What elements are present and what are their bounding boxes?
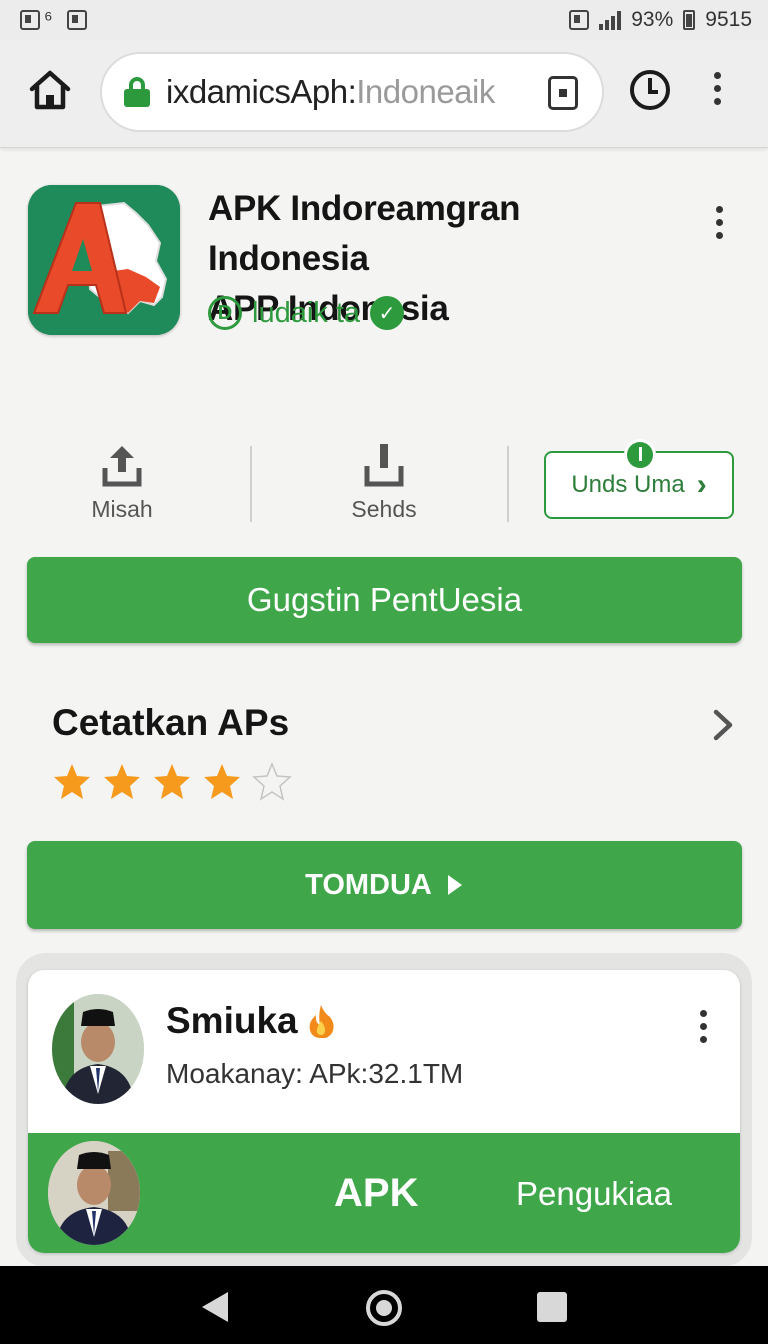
download-icon — [294, 440, 474, 488]
status-time: 9515 — [705, 8, 752, 31]
status-left: ⁶ — [20, 8, 87, 32]
developer-badge-icon: D — [208, 296, 242, 330]
tabs-icon[interactable] — [548, 76, 578, 110]
app-notification-icon — [66, 10, 87, 30]
app-title-line1: APK Indoreamgran Indonesia — [208, 189, 521, 278]
primary-button[interactable]: Gugstin PentUesia — [27, 557, 742, 643]
url-bar[interactable]: ixdamicsAph: Indoneaik — [100, 52, 604, 132]
avatar — [52, 994, 144, 1104]
home-icon — [29, 70, 71, 110]
battery-percent: 93% — [631, 8, 674, 31]
history-clock-icon[interactable] — [630, 70, 670, 110]
app-overflow-menu-icon[interactable] — [716, 206, 723, 239]
app-logo-icon — [28, 185, 180, 335]
chevron-right-icon[interactable] — [708, 708, 738, 742]
nfc-icon — [569, 10, 590, 30]
fire-icon — [309, 1005, 334, 1039]
band-title: APK — [334, 1171, 419, 1215]
star-filled-icon — [104, 764, 140, 799]
download-action[interactable]: Sehds — [294, 440, 474, 523]
url-text: ixdamicsAph: — [166, 73, 357, 110]
star-filled-icon — [204, 764, 240, 799]
download-label: Sehds — [351, 496, 417, 522]
status-bar: ⁶ 93% 9515 — [0, 0, 768, 40]
url-text-dim: Indoneaik — [356, 73, 495, 110]
card-subtitle: Moakanay: APk:32.1TM — [166, 1058, 464, 1089]
status-left-text: ⁶ — [44, 8, 53, 31]
star-filled-icon — [154, 764, 190, 799]
list-card[interactable]: Smiuka Moakanay: APk:32.1TM APK Pengukia… — [28, 970, 740, 1253]
developer-row[interactable]: D ludaik ta ✓ — [208, 296, 405, 330]
band-label: Pengukiaa — [516, 1175, 672, 1212]
outline-action-button[interactable]: Unds Uma › — [544, 439, 734, 519]
divider — [507, 446, 509, 522]
section-title: Cetatkan APs — [52, 702, 290, 743]
card-band[interactable]: APK Pengukiaa — [28, 1133, 740, 1253]
rating-stars — [52, 762, 292, 802]
star-filled-icon — [54, 764, 90, 799]
outline-button-label: Unds Uma — [571, 471, 685, 498]
secondary-button[interactable]: TOMDUA — [27, 841, 742, 929]
notification-icon — [20, 10, 40, 30]
recent-apps-icon[interactable] — [537, 1292, 567, 1322]
home-button[interactable] — [26, 66, 74, 114]
share-label: Misah — [91, 496, 153, 522]
signal-icon — [599, 10, 622, 30]
status-right: 93% 9515 — [569, 8, 752, 32]
home-circle-icon[interactable] — [366, 1290, 402, 1326]
back-icon[interactable] — [202, 1292, 228, 1322]
browser-toolbar: ixdamicsAph: Indoneaik — [0, 40, 768, 148]
secondary-button-label: TOMDUA — [305, 868, 432, 901]
developer-name: ludaik ta — [252, 296, 361, 329]
card-name-text: Smiuka — [166, 1000, 298, 1041]
verified-icon: ✓ — [370, 296, 405, 330]
play-arrow-icon — [447, 875, 462, 895]
card-overflow-menu-icon[interactable] — [700, 1010, 707, 1043]
lock-icon — [124, 77, 150, 107]
chevron-right-icon: › — [696, 468, 707, 501]
star-empty-icon — [252, 762, 292, 801]
divider — [250, 446, 252, 522]
share-action[interactable]: Misah — [32, 440, 212, 523]
app-icon — [28, 185, 180, 335]
card-name: Smiuka — [166, 1000, 336, 1042]
badge-icon — [624, 439, 656, 471]
share-icon — [32, 440, 212, 488]
battery-icon — [683, 10, 696, 30]
navigation-bar — [0, 1266, 768, 1344]
browser-menu-icon[interactable] — [714, 72, 721, 105]
primary-button-label: Gugstin PentUesia — [246, 581, 523, 618]
avatar — [48, 1141, 140, 1245]
